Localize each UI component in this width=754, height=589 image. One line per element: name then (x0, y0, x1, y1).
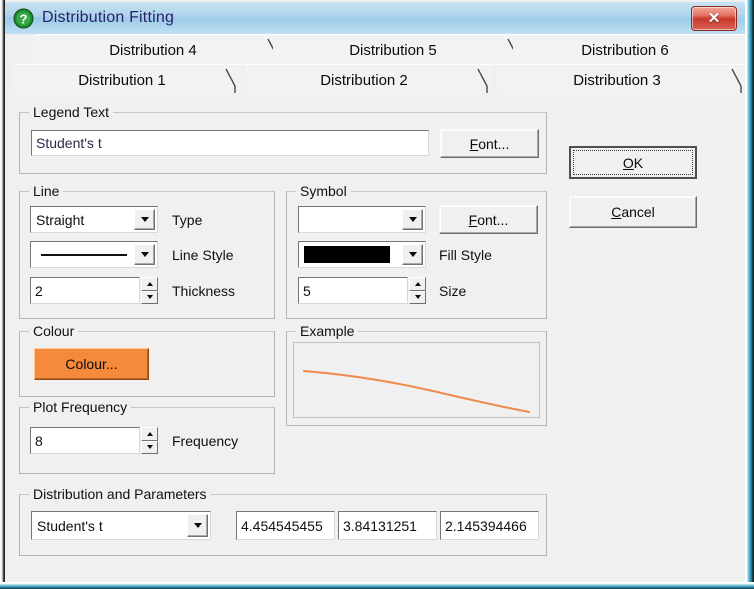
example-line-chart (302, 370, 531, 413)
chevron-down-icon[interactable] (187, 514, 208, 537)
group-title: Example (296, 323, 359, 339)
group-title: Colour (29, 323, 79, 339)
window-edge-left (0, 0, 5, 589)
tab-strip: Distribution 4 Distribution 5 Distributi… (5, 34, 747, 96)
window-title: Distribution Fitting (42, 9, 175, 26)
line-type-combo[interactable]: Straight (30, 206, 158, 233)
chevron-down-icon[interactable] (402, 244, 423, 265)
plot-frequency-input[interactable]: 8 (30, 427, 140, 454)
tab-label: Distribution 2 (320, 71, 408, 89)
legend-text-group: Legend Text Student's t Font... (19, 104, 547, 174)
legend-font-label: Font... (469, 135, 510, 152)
distribution-fitting-dialog: ? Distribution Fitting ✕ Distribution 4 … (0, 0, 754, 589)
stepper-up-icon[interactable] (141, 277, 158, 291)
window-edge-right (745, 0, 754, 589)
solid-line-icon (41, 253, 127, 256)
parameter-3-input[interactable]: 2.145394466 (440, 511, 539, 540)
line-type-label: Type (172, 212, 203, 228)
parameter-1-input[interactable]: 4.454545455 (236, 511, 335, 540)
black-fill-swatch-icon (304, 246, 390, 263)
svg-text:?: ? (20, 11, 28, 26)
colour-button-label: Colour... (65, 356, 118, 372)
symbol-font-button[interactable]: Font... (439, 205, 538, 234)
parameter-2-input[interactable]: 3.84131251 (338, 511, 437, 540)
symbol-size-input[interactable]: 5 (298, 277, 408, 304)
close-button[interactable]: ✕ (691, 6, 737, 31)
line-style-label: Line Style (172, 247, 234, 263)
chevron-down-icon[interactable] (134, 244, 155, 265)
symbol-fill-style-label: Fill Style (439, 247, 492, 263)
distribution-value: Student's t (37, 517, 103, 534)
cancel-button-label: Cancel (611, 204, 655, 220)
line-style-combo[interactable] (30, 241, 158, 268)
example-group: Example (286, 323, 547, 426)
stepper-down-icon[interactable] (141, 440, 158, 454)
tab-label: Distribution 3 (573, 71, 661, 89)
tab-distribution-2[interactable]: Distribution 2 (245, 64, 493, 95)
tab-distribution-4[interactable]: Distribution 4 (33, 34, 283, 65)
stepper-down-icon[interactable] (409, 290, 426, 304)
tab-label: Distribution 4 (109, 41, 197, 59)
example-preview (293, 342, 540, 418)
legend-text-input[interactable]: Student's t (31, 130, 429, 156)
tab-label: Distribution 6 (581, 41, 669, 59)
tab-slant-icon (731, 68, 742, 93)
tab-slant-icon (225, 68, 236, 93)
question-mark-icon: ? (13, 8, 34, 29)
colour-group: Colour Colour... (19, 323, 275, 397)
distribution-combo[interactable]: Student's t (31, 511, 211, 540)
symbol-size-stepper[interactable] (409, 277, 426, 304)
tab-label: Distribution 1 (78, 71, 166, 89)
tab-slant-icon (477, 68, 488, 93)
symbol-group: Symbol Font... Fill Style 5 Size (286, 183, 547, 319)
colour-button[interactable]: Colour... (34, 348, 149, 380)
stepper-up-icon[interactable] (409, 277, 426, 291)
symbol-combo[interactable] (298, 206, 426, 233)
group-title: Plot Frequency (29, 399, 132, 415)
distribution-parameters-group: Distribution and Parameters Student's t … (19, 486, 547, 556)
tab-distribution-5[interactable]: Distribution 5 (273, 34, 523, 65)
tab-distribution-3[interactable]: Distribution 3 (497, 64, 747, 95)
line-thickness-input[interactable]: 2 (30, 277, 140, 304)
tab-label: Distribution 5 (349, 41, 437, 59)
tab-row-bottom: Distribution 1 Distribution 2 Distributi… (5, 64, 747, 95)
window-edge-bottom (0, 582, 754, 589)
tab-distribution-1[interactable]: Distribution 1 (13, 64, 241, 95)
line-thickness-stepper[interactable] (141, 277, 158, 304)
tab-distribution-6[interactable]: Distribution 6 (513, 34, 747, 65)
plot-frequency-stepper[interactable] (141, 427, 158, 454)
chevron-down-icon[interactable] (134, 209, 155, 230)
group-title: Legend Text (29, 104, 114, 120)
plot-frequency-label: Frequency (172, 433, 239, 449)
group-title: Distribution and Parameters (29, 486, 211, 502)
symbol-fill-style-combo[interactable] (298, 241, 426, 268)
symbol-size-label: Size (439, 283, 467, 299)
tab-row-top: Distribution 4 Distribution 5 Distributi… (5, 34, 747, 65)
group-title: Line (29, 183, 64, 199)
title-bar: ? Distribution Fitting ✕ (5, 2, 745, 34)
close-icon: ✕ (707, 10, 721, 27)
chevron-down-icon[interactable] (402, 209, 423, 230)
symbol-font-label: Font... (468, 211, 509, 228)
cancel-button[interactable]: Cancel (569, 196, 697, 228)
plot-frequency-group: Plot Frequency 8 Frequency (19, 399, 275, 474)
ok-button-label: OK (622, 154, 644, 171)
stepper-up-icon[interactable] (141, 427, 158, 441)
dialog-body: Legend Text Student's t Font... Line Str… (5, 94, 747, 582)
stepper-down-icon[interactable] (141, 290, 158, 304)
line-group: Line Straight Type Line Style 2 Thicknes… (19, 183, 275, 319)
ok-button[interactable]: OK (569, 146, 697, 179)
legend-font-button[interactable]: Font... (440, 129, 539, 158)
group-title: Symbol (296, 183, 351, 199)
line-thickness-label: Thickness (172, 283, 236, 299)
